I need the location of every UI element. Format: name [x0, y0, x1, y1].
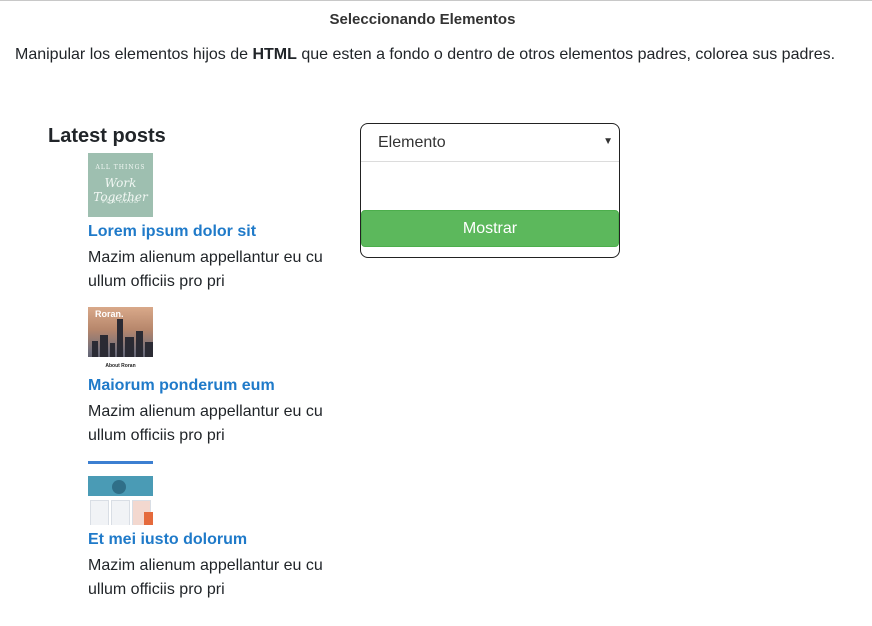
intro-text: Manipular los elementos hijos de HTML qu…: [15, 46, 835, 64]
thumb-brand-text: Roran.: [95, 309, 124, 319]
post-excerpt: Mazim alienum appellantur eu cu ullum of…: [88, 400, 348, 448]
post-thumbnail-image[interactable]: ALL THINGS Work Together FOR GOOD: [88, 153, 153, 217]
building-shape: [145, 342, 153, 357]
post-thumbnail-image[interactable]: Roran. About Roran: [88, 307, 153, 371]
post-excerpt-line: Mazim alienum appellantur eu cu: [88, 557, 323, 574]
building-shape: [110, 343, 115, 357]
building-shape: [125, 337, 134, 357]
thumb-caption-text: About Roran: [105, 363, 136, 369]
caret-down-icon: ▼: [603, 136, 613, 147]
list-item: Roran. About Roran Maiorum ponderum eum …: [88, 307, 348, 448]
post-excerpt-line: ullum officiis pro pri: [88, 581, 225, 598]
post-excerpt-line: Mazim alienum appellantur eu cu: [88, 249, 323, 266]
list-item: Et mei iusto dolorum Mazim alienum appel…: [88, 461, 348, 602]
top-divider: [0, 0, 872, 1]
thumb-avatar-shape: [112, 480, 126, 494]
element-selector-panel: Elemento ▼ Mostrar: [360, 123, 620, 258]
intro-text-start: Manipular los elementos hijos de: [15, 46, 253, 63]
element-select[interactable]: Elemento ▼: [361, 124, 619, 162]
thumb-footer: About Roran: [88, 357, 153, 371]
post-title-link[interactable]: Lorem ipsum dolor sit: [88, 220, 348, 244]
post-excerpt-line: Mazim alienum appellantur eu cu: [88, 403, 323, 420]
thumb-card-shape: [111, 500, 130, 525]
page-title: Seleccionando Elementos: [329, 11, 516, 28]
intro-text-bold: HTML: [252, 46, 297, 63]
post-excerpt: Mazim alienum appellantur eu cu ullum of…: [88, 246, 348, 294]
building-shape: [136, 331, 143, 357]
thumb-accent-shape: [144, 512, 153, 525]
post-excerpt-line: ullum officiis pro pri: [88, 273, 225, 290]
thumb-top-text: ALL THINGS: [95, 164, 146, 171]
latest-posts-heading: Latest posts: [48, 125, 166, 147]
element-select-value: Elemento: [378, 134, 446, 151]
thumb-bottom-text: FOR GOOD: [101, 199, 140, 205]
post-thumbnail-image[interactable]: [88, 461, 153, 525]
building-shape: [92, 341, 98, 357]
thumb-card-shape: [90, 500, 109, 525]
post-title-link[interactable]: Et mei iusto dolorum: [88, 528, 348, 552]
post-excerpt-line: ullum officiis pro pri: [88, 427, 225, 444]
post-title-link[interactable]: Maiorum ponderum eum: [88, 374, 348, 398]
show-button[interactable]: Mostrar: [361, 210, 619, 247]
list-item: ALL THINGS Work Together FOR GOOD Lorem …: [88, 153, 348, 294]
latest-posts: Latest posts ALL THINGS Work Together FO…: [48, 124, 348, 598]
building-shape: [117, 319, 123, 357]
post-excerpt: Mazim alienum appellantur eu cu ullum of…: [88, 554, 348, 602]
intro-text-end: que esten a fondo o dentro de otros elem…: [296, 46, 836, 63]
building-shape: [100, 335, 108, 357]
